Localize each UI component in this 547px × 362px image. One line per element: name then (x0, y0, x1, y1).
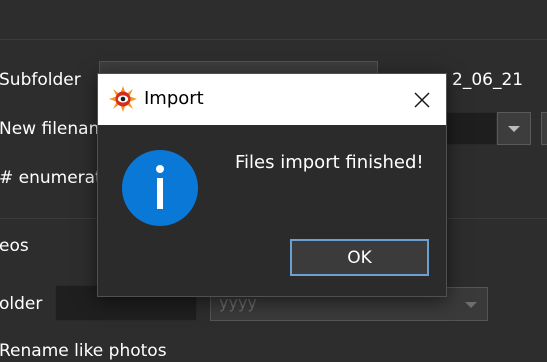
dialog-titlebar: Import (98, 74, 446, 125)
extra-button[interactable] (541, 112, 547, 145)
rename-like-photos-label[interactable]: Rename like photos (0, 341, 167, 361)
subfolder-value: 2_06_21 (452, 70, 524, 90)
new-filename-dropdown-button[interactable] (497, 112, 531, 145)
enumeration-label: # enumerat (0, 168, 102, 188)
dialog-message: Files import finished! (235, 152, 424, 173)
new-filename-field[interactable] (445, 112, 497, 145)
info-icon (122, 150, 198, 226)
close-icon (414, 91, 430, 108)
dialog-title: Import (144, 88, 204, 109)
close-button[interactable] (398, 74, 446, 125)
videos-section-label: eos (0, 236, 29, 256)
chevron-down-icon (465, 302, 477, 308)
subfolder-label: Subfolder (0, 70, 81, 90)
chevron-down-icon (508, 125, 520, 132)
folder-label: older (0, 294, 43, 314)
section-divider (0, 39, 547, 40)
new-filename-label: New filenam (0, 119, 106, 139)
ok-button[interactable]: OK (290, 239, 429, 276)
import-dialog: Import Files import finished! OK (97, 73, 447, 297)
xnview-logo-icon (109, 86, 137, 112)
